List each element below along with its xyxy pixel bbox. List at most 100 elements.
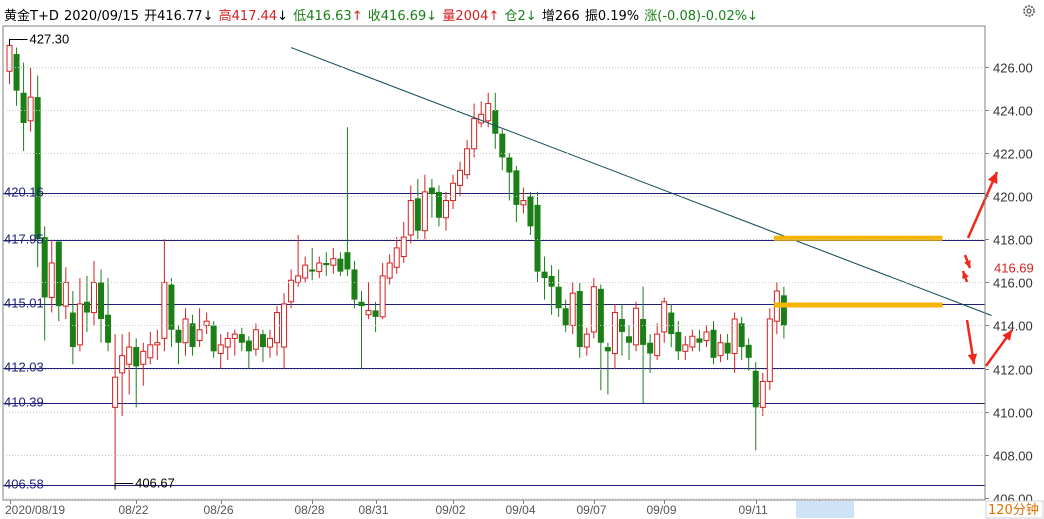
candle bbox=[217, 334, 224, 369]
candle bbox=[288, 269, 295, 309]
candle-body bbox=[231, 333, 238, 339]
candle-body bbox=[302, 264, 309, 279]
candle-body bbox=[745, 344, 752, 358]
x-tick-label: 2020/08/19 bbox=[5, 503, 65, 517]
arrow-shaft bbox=[966, 171, 999, 239]
candle-body bbox=[90, 281, 97, 314]
candle-body bbox=[752, 370, 759, 408]
candle bbox=[337, 252, 344, 276]
x-tick-label: 09/02 bbox=[436, 503, 466, 517]
candle bbox=[548, 265, 555, 315]
candle bbox=[583, 327, 590, 356]
candlestick-chart[interactable]: 426.00 424.00 422.00 420.00 418.00 416.00 414.… bbox=[0, 0, 1044, 519]
candle-body bbox=[442, 200, 449, 219]
y-tick-label: 426.00 bbox=[993, 61, 1033, 76]
candle-body bbox=[421, 191, 428, 232]
candle bbox=[6, 38, 13, 85]
candle bbox=[717, 334, 724, 363]
candle-body bbox=[358, 301, 365, 307]
candle bbox=[492, 92, 499, 149]
candle-body bbox=[590, 286, 597, 333]
candle bbox=[48, 239, 55, 313]
candle-body bbox=[647, 342, 654, 354]
axes: 426.00 424.00 422.00 420.00 418.00 416.00 414.… bbox=[2, 25, 1044, 519]
candle bbox=[203, 312, 210, 335]
candle bbox=[245, 336, 252, 369]
candle-body bbox=[161, 281, 168, 339]
candle-body bbox=[34, 97, 41, 240]
candle-body bbox=[210, 325, 217, 352]
candle-body bbox=[541, 271, 548, 279]
candle bbox=[534, 191, 541, 283]
candle-body bbox=[330, 258, 337, 266]
candle-body bbox=[344, 252, 351, 270]
candle-body bbox=[633, 307, 640, 346]
candle bbox=[259, 329, 266, 363]
candle-body bbox=[766, 318, 773, 383]
candle-body bbox=[485, 103, 492, 122]
candle-body bbox=[583, 333, 590, 348]
candle bbox=[407, 185, 414, 244]
candle-body bbox=[731, 318, 738, 354]
extreme-label: 427.30 bbox=[30, 32, 70, 47]
candle bbox=[696, 329, 703, 352]
candle-body bbox=[69, 312, 76, 348]
small-down-arrow bbox=[963, 254, 972, 269]
candle-body bbox=[520, 200, 527, 206]
candle-body bbox=[48, 262, 55, 298]
candle bbox=[175, 325, 182, 365]
candle-body bbox=[316, 262, 323, 273]
candle-body bbox=[464, 148, 471, 176]
candle bbox=[69, 291, 76, 365]
candle-body bbox=[119, 355, 126, 374]
candle-body bbox=[611, 312, 618, 354]
candle bbox=[682, 336, 689, 360]
candle-body bbox=[140, 350, 147, 365]
overlay-drawings bbox=[290, 47, 1014, 367]
candle bbox=[442, 191, 449, 231]
candle-body bbox=[407, 200, 414, 236]
candle bbox=[597, 284, 604, 391]
candle bbox=[471, 103, 478, 158]
candle bbox=[710, 321, 717, 365]
candle bbox=[428, 178, 435, 218]
level-label: 417.95 bbox=[4, 232, 44, 247]
candle bbox=[478, 101, 485, 128]
candle bbox=[147, 331, 154, 365]
candle-body bbox=[323, 263, 330, 266]
extreme-leader bbox=[114, 483, 134, 490]
level-label: 415.01 bbox=[4, 296, 44, 311]
candle bbox=[90, 260, 97, 326]
y-tick-label: 408.00 bbox=[993, 449, 1033, 464]
candle-body bbox=[13, 54, 20, 91]
candle-body bbox=[548, 275, 555, 287]
candle-body bbox=[710, 329, 717, 358]
candle-body bbox=[435, 191, 442, 218]
candle bbox=[647, 334, 654, 373]
candle-body bbox=[337, 258, 344, 272]
candle bbox=[295, 234, 302, 287]
x-tick-label: 09/09 bbox=[647, 503, 677, 517]
candle bbox=[576, 282, 583, 358]
candle bbox=[27, 66, 34, 132]
candle bbox=[611, 303, 618, 369]
candle-body bbox=[217, 344, 224, 354]
candle-body bbox=[562, 308, 569, 326]
y-tick-label: 420.00 bbox=[993, 190, 1033, 205]
candle-body bbox=[372, 310, 379, 317]
candle-body bbox=[238, 334, 245, 343]
candle-body bbox=[682, 344, 689, 352]
last-price-label: 416.69 bbox=[994, 261, 1034, 276]
candle-body bbox=[696, 338, 703, 343]
candle bbox=[569, 282, 576, 335]
candle bbox=[450, 174, 457, 210]
x-tick-label: 08/28 bbox=[295, 503, 325, 517]
candle-body bbox=[506, 157, 513, 173]
small-up-arrow bbox=[961, 270, 969, 283]
candle bbox=[513, 166, 520, 223]
candle-body bbox=[527, 196, 534, 227]
candle bbox=[112, 334, 119, 483]
candle bbox=[555, 269, 562, 317]
candle bbox=[590, 278, 597, 339]
candle-body bbox=[168, 284, 175, 330]
